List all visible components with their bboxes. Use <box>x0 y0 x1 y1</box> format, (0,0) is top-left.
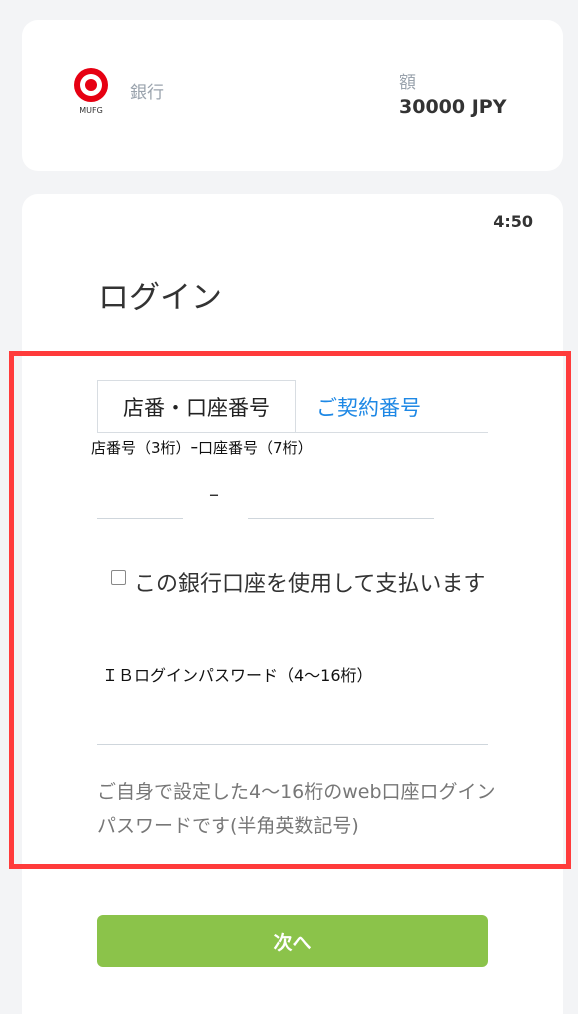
account-number-input[interactable] <box>248 480 434 519</box>
bank-label: 銀行 <box>130 83 164 103</box>
tab-contract-number[interactable]: ご契約番号 <box>316 392 421 422</box>
branch-number-input[interactable] <box>97 480 183 519</box>
next-button[interactable]: 次へ <box>97 915 488 967</box>
mufg-logo-text: MUFG <box>79 106 103 115</box>
countdown-timer: 4:50 <box>493 212 533 231</box>
account-number-label: 店番号（3桁）ｰ口座番号（7桁） <box>91 439 313 457</box>
password-help-text: ご自身で設定した4～16桁のweb口座ログインパスワードです(半角英数記号) <box>97 781 496 837</box>
payment-summary-card: MUFG 銀行 額 30000 JPY <box>22 20 563 171</box>
tab-branch-account[interactable]: 店番・口座番号 <box>97 380 296 432</box>
account-separator-dash: – <box>209 482 219 506</box>
use-account-checkbox-label[interactable]: この銀行口座を使用して支払います <box>134 567 494 603</box>
page-title: ログイン <box>98 280 222 316</box>
amount-value: 30000 JPY <box>399 96 507 118</box>
login-method-tabs: 店番・口座番号 ご契約番号 <box>97 380 488 433</box>
use-account-checkbox[interactable] <box>111 570 126 585</box>
password-input[interactable] <box>97 700 488 745</box>
password-label: ＩＢログインパスワード（4～16桁） <box>102 666 373 685</box>
mufg-logo-icon: MUFG <box>74 68 108 115</box>
amount-label: 額 <box>399 73 416 93</box>
